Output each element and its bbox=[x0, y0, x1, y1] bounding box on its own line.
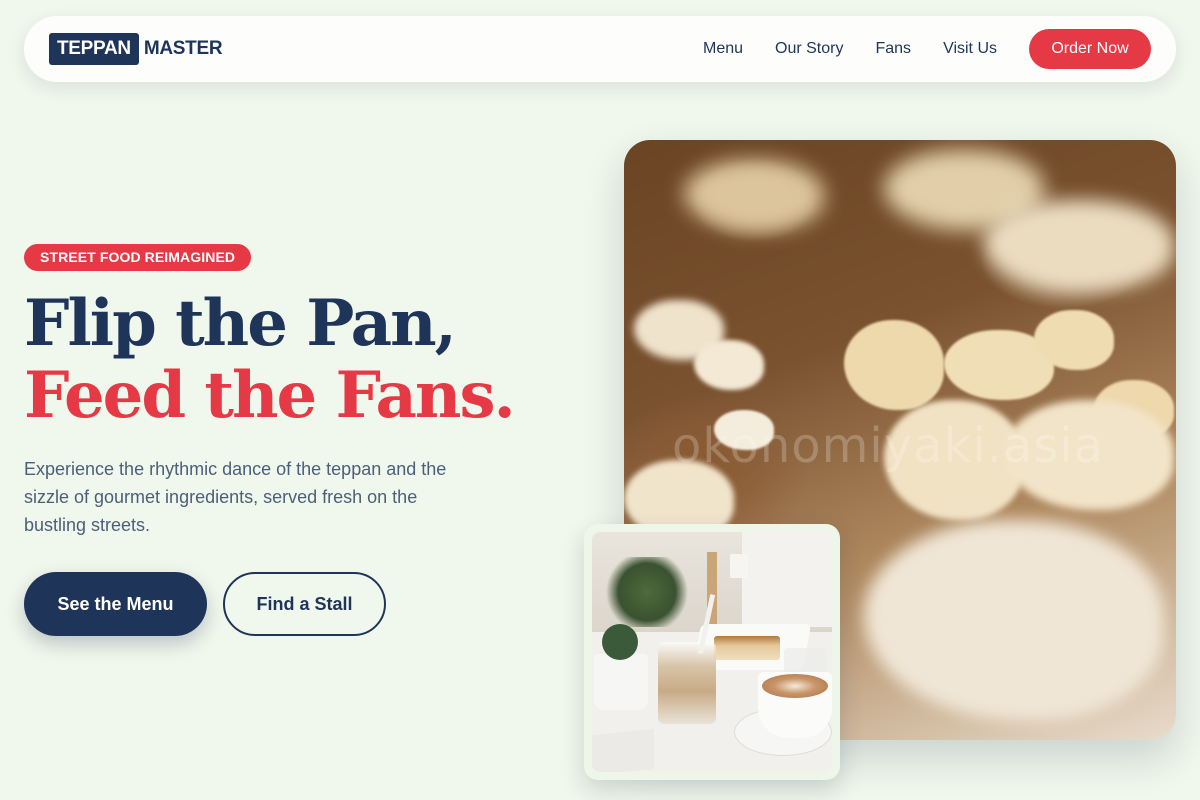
nav-link-fans[interactable]: Fans bbox=[875, 40, 911, 58]
image-watermark: okonomiyaki.asia bbox=[672, 418, 1105, 474]
outlet-shape bbox=[730, 554, 748, 578]
cactus bbox=[602, 624, 638, 660]
nav-link-visit-us[interactable]: Visit Us bbox=[943, 40, 997, 58]
cashew-shape bbox=[844, 320, 944, 410]
cafe-photo bbox=[592, 532, 832, 772]
headline-line-2: Feed the Fans. bbox=[24, 358, 516, 433]
cashew-shape bbox=[694, 340, 764, 390]
menu-card bbox=[592, 728, 654, 772]
see-menu-button[interactable]: See the Menu bbox=[24, 572, 207, 636]
cake-slice bbox=[714, 636, 780, 660]
order-now-button[interactable]: Order Now bbox=[1029, 29, 1151, 69]
cafe-inset-image bbox=[584, 524, 840, 780]
logo-box-text: TEPPAN bbox=[49, 33, 139, 65]
cashew-shape bbox=[864, 520, 1164, 720]
top-navbar: TEPPAN MASTER Menu Our Story Fans Visit … bbox=[24, 16, 1176, 82]
cashew-shape bbox=[984, 200, 1174, 290]
logo-rest-text: MASTER bbox=[143, 38, 223, 59]
cactus-pot bbox=[594, 654, 648, 710]
find-stall-button[interactable]: Find a Stall bbox=[223, 572, 386, 636]
nav-links: Menu Our Story Fans Visit Us Order Now bbox=[703, 29, 1151, 69]
hero-badge: STREET FOOD REIMAGINED bbox=[24, 244, 252, 271]
headline-line-1: Flip the Pan, bbox=[24, 286, 457, 361]
hero-headline: Flip the Pan, Feed the Fans. bbox=[24, 286, 516, 433]
cashew-shape bbox=[684, 160, 824, 230]
hero-description: Experience the rhythmic dance of the tep… bbox=[24, 459, 447, 535]
window-shape bbox=[742, 532, 832, 627]
nav-link-menu[interactable]: Menu bbox=[703, 40, 743, 58]
latte-art bbox=[762, 674, 828, 698]
nav-link-our-story[interactable]: Our Story bbox=[775, 40, 843, 58]
plant-leaves bbox=[602, 557, 692, 627]
iced-coffee-glass bbox=[658, 642, 716, 724]
brand-logo[interactable]: TEPPAN MASTER bbox=[49, 33, 223, 65]
cashew-shape bbox=[1034, 310, 1114, 370]
